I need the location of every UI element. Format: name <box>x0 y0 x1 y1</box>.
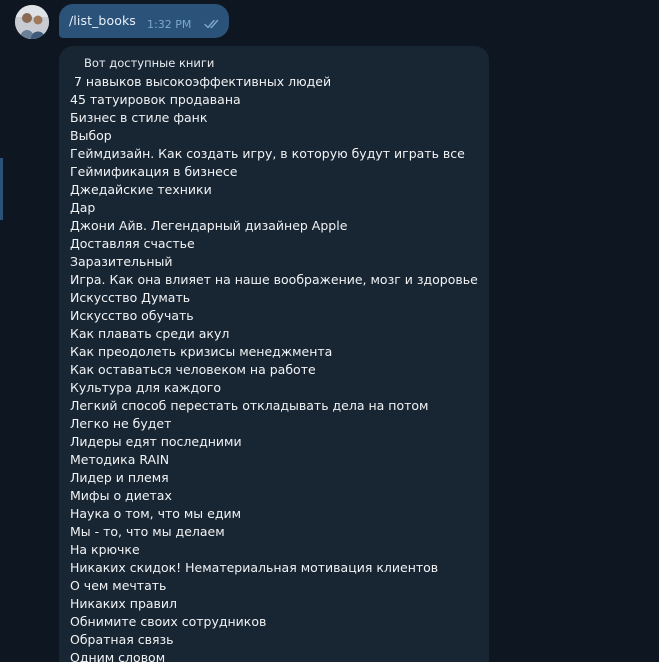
book-list-item: Одним словом <box>70 650 166 662</box>
book-list-item: Искусство обучать <box>70 308 194 323</box>
outgoing-message[interactable]: /list_books 1:32 PM <box>59 4 229 38</box>
book-list-item: Обнимите своих сотрудников <box>70 614 267 629</box>
book-list-item: Джони Айв. Легендарный дизайнер Apple <box>70 218 348 233</box>
outgoing-message-time: 1:32 PM <box>147 18 192 31</box>
book-list-item: О чем мечтать <box>70 578 167 593</box>
book-list-item: Обратная связь <box>70 632 174 647</box>
book-list-item: Культура для каждого <box>70 380 221 395</box>
book-list-item: Мифы о диетах <box>70 488 172 503</box>
book-list-item: Как оставаться человеком на работе <box>70 362 316 377</box>
book-list-item: Легкий способ перестать откладывать дела… <box>70 398 429 413</box>
chat-area: /list_books 1:32 PM Вот доступные книги … <box>0 0 659 662</box>
book-list-item: Лидер и племя <box>70 470 169 485</box>
book-list-item: Никаких правил <box>70 596 178 611</box>
incoming-message[interactable]: Вот доступные книги 7 навыков высокоэффе… <box>59 46 489 662</box>
double-check-icon <box>204 19 219 29</box>
book-list-item: Наука о том, что мы едим <box>70 506 242 521</box>
book-list-item: Методика RAIN <box>70 452 170 467</box>
book-list-item: 7 навыков высокоэффективных людей <box>70 74 332 89</box>
book-list-item: На крючке <box>70 542 140 557</box>
outgoing-message-text: /list_books <box>69 13 136 28</box>
book-list-item: Легко не будет <box>70 416 172 431</box>
book-list-item: Выбор <box>70 128 112 143</box>
user-avatar[interactable] <box>15 5 49 39</box>
book-list: 7 навыков высокоэффективных людей 45 тату… <box>70 73 478 662</box>
book-list-item: Заразительный <box>70 254 173 269</box>
book-list-item: Как преодолеть кризисы менеджмента <box>70 344 333 359</box>
book-list-item: Мы - то, что мы делаем <box>70 524 225 539</box>
book-list-item: Никаких скидок! Нематериальная мотивация… <box>70 560 439 575</box>
book-list-item: Геймификация в бизнесе <box>70 164 238 179</box>
book-list-item: Геймдизайн. Как создать игру, в которую … <box>70 146 465 161</box>
book-list-item: Как плавать среди акул <box>70 326 230 341</box>
book-list-item: Лидеры едят последними <box>70 434 242 449</box>
book-list-item: Дар <box>70 200 96 215</box>
book-list-item: Джедайские техники <box>70 182 212 197</box>
book-list-item: Искусство Думать <box>70 290 191 305</box>
chat-list-selection-accent <box>0 158 3 220</box>
book-list-item: Бизнес в стиле фанк <box>70 110 208 125</box>
book-list-item: Игра. Как она влияет на наше воображение… <box>70 272 478 287</box>
incoming-message-header: Вот доступные книги <box>84 56 215 70</box>
book-list-item: 45 татуировок продавана <box>70 92 241 107</box>
avatar-photo <box>15 5 49 39</box>
book-list-item: Доставляя счастье <box>70 236 195 251</box>
